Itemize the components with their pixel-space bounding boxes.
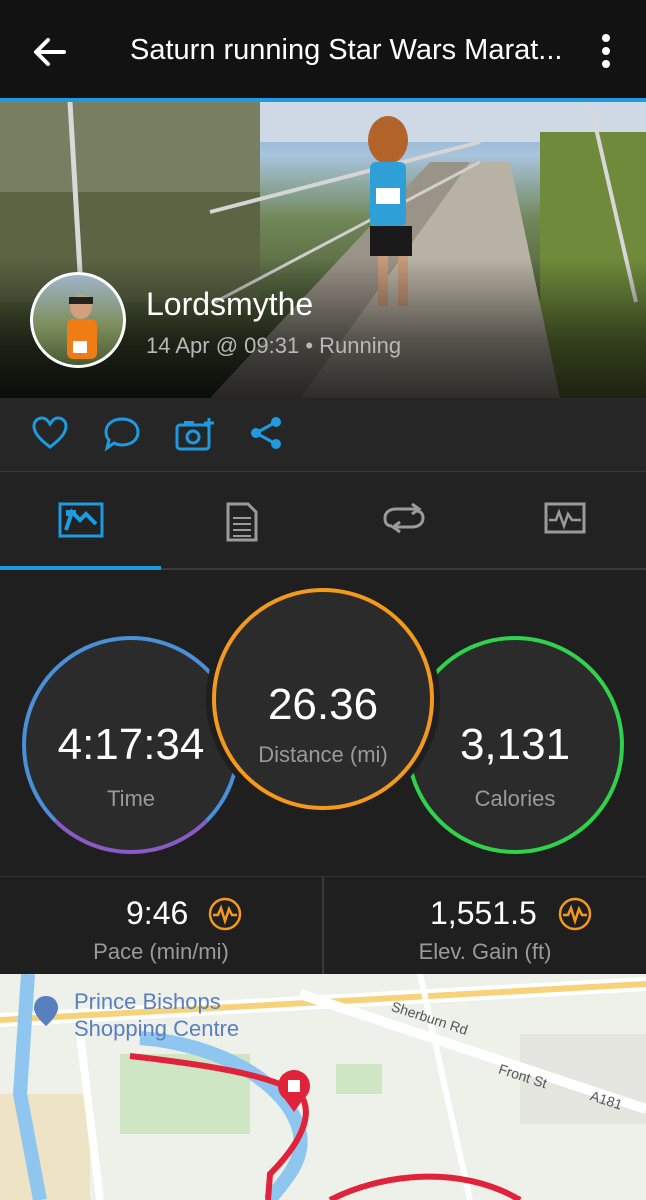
- elevation-metric[interactable]: 1,551.5 Elev. Gain (ft): [324, 877, 646, 975]
- arrow-left-icon: [34, 38, 66, 66]
- distance-value: 26.36: [267, 680, 379, 729]
- app-header: Saturn running Star Wars Marat...: [0, 0, 646, 102]
- back-button[interactable]: [28, 30, 72, 74]
- time-ring: 4:17:34 Time: [22, 636, 240, 854]
- action-bar: [0, 398, 646, 472]
- pace-value: 9:46: [126, 895, 189, 931]
- share-icon: [251, 417, 281, 449]
- tab-charts[interactable]: [485, 472, 646, 570]
- comment-icon: [104, 417, 140, 452]
- pace-label: Pace (min/mi): [93, 939, 229, 964]
- poi-label-line2: Shopping Centre: [74, 1016, 240, 1041]
- add-photo-button[interactable]: [174, 416, 214, 454]
- elevation-chart-icon: [558, 897, 592, 931]
- distance-ring: 26.36 Distance (mi): [212, 588, 434, 810]
- activity-meta: 14 Apr @ 09:31 • Running: [146, 333, 402, 358]
- loop-arrows-icon: [383, 502, 425, 534]
- calories-label: Calories: [474, 786, 556, 811]
- tab-bar: [0, 472, 646, 570]
- more-menu-button[interactable]: [592, 34, 620, 74]
- poi-label-line1: Prince Bishops: [74, 989, 221, 1014]
- avatar[interactable]: [30, 272, 126, 368]
- overview-map-icon: [58, 502, 104, 538]
- time-label: Time: [106, 786, 156, 811]
- calories-value: 3,131: [459, 720, 571, 769]
- heart-icon: [32, 416, 68, 449]
- share-button[interactable]: [248, 416, 288, 454]
- add-photo-icon: [175, 418, 214, 451]
- pace-chart-icon: [208, 897, 242, 931]
- elevation-value: 1,551.5: [430, 895, 537, 931]
- time-value: 4:17:34: [57, 720, 205, 769]
- stats-panel: 4:17:34 Time 3,131 Calories 26.36 Distan…: [0, 570, 646, 876]
- tab-details[interactable]: [162, 472, 324, 570]
- tab-overview[interactable]: [0, 472, 162, 570]
- chart-pulse-icon: [544, 502, 586, 534]
- page-title: Saturn running Star Wars Marat...: [130, 34, 563, 66]
- calories-ring: 3,131 Calories: [406, 636, 624, 854]
- more-vertical-icon: [602, 34, 610, 42]
- username[interactable]: Lordsmythe: [146, 286, 313, 323]
- distance-label: Distance (mi): [258, 742, 388, 767]
- tab-laps[interactable]: [323, 472, 485, 570]
- document-list-icon: [226, 502, 258, 542]
- like-button[interactable]: [32, 416, 72, 454]
- poi-label: Prince Bishops Shopping Centre: [74, 988, 239, 1042]
- avatar-image: [67, 295, 97, 359]
- elevation-label: Elev. Gain (ft): [418, 939, 552, 964]
- metrics-row: 9:46 Pace (min/mi) 1,551.5 Elev. Gain (f…: [0, 876, 646, 975]
- comment-button[interactable]: [102, 416, 142, 454]
- pace-metric[interactable]: 9:46 Pace (min/mi): [0, 877, 322, 975]
